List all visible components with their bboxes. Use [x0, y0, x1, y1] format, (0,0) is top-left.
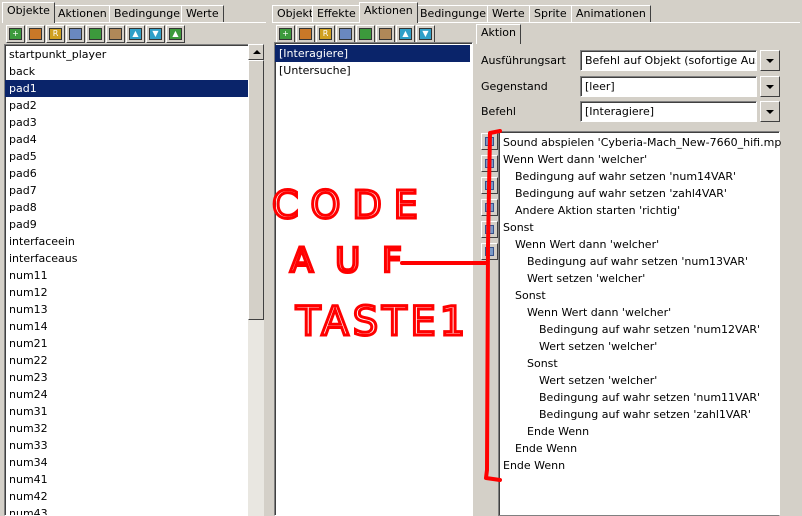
handwritten-annotation: CODEAUFTASTE1	[271, 129, 502, 482]
mid-tab-aktionen[interactable]: Aktionen	[359, 2, 418, 23]
annotation-text-line: TASTE1	[295, 299, 469, 345]
annotation-text-line: CODE	[272, 183, 430, 227]
mid-tab-label: Aktionen	[364, 4, 413, 17]
tab-aktion[interactable]: Aktion	[476, 24, 521, 44]
left-tab-objekte[interactable]: Objekte	[2, 2, 55, 23]
annotation-bracket	[484, 129, 502, 482]
tab-aktion-label: Aktion	[481, 26, 516, 39]
left-tab-label: Objekte	[7, 4, 50, 17]
